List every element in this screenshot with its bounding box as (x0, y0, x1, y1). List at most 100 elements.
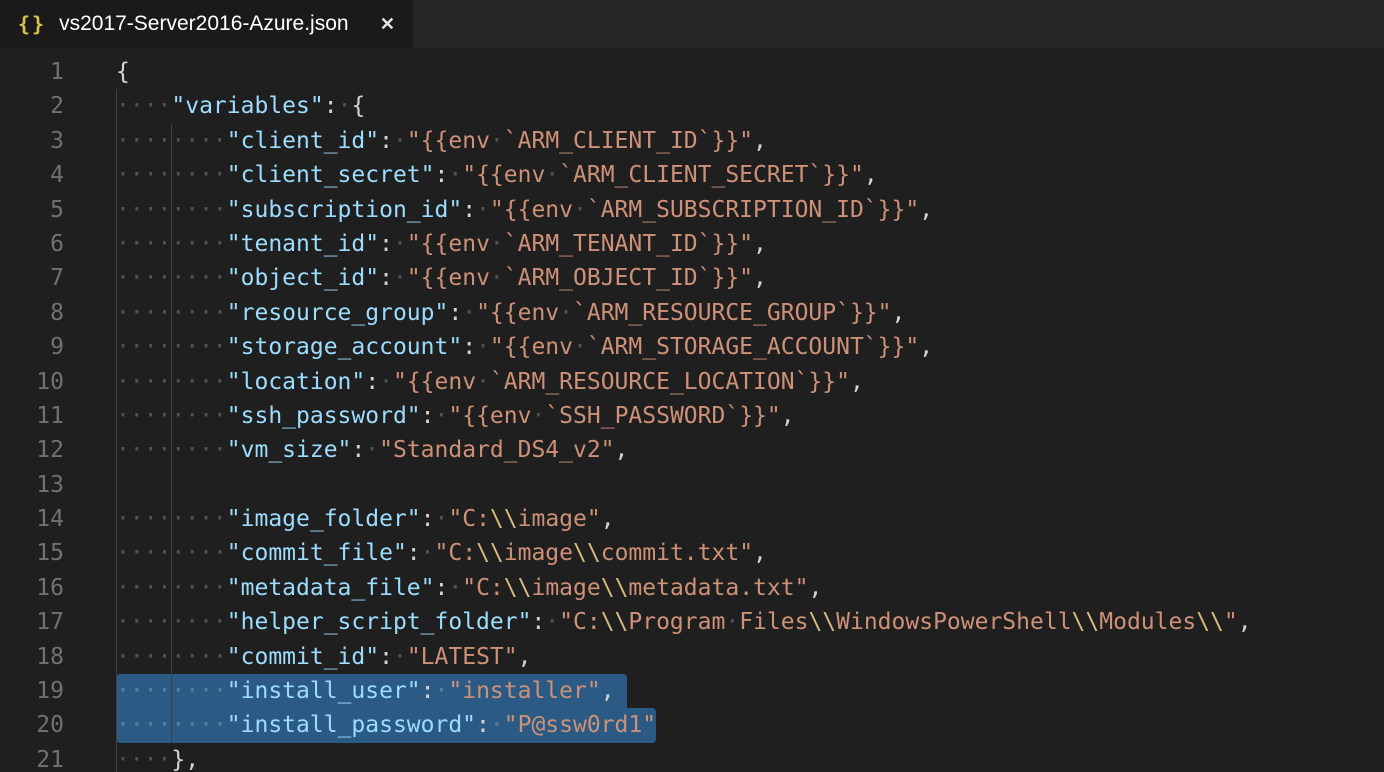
token: Modules (1099, 609, 1196, 635)
token: `ARM_TENANT_ID`}}" (504, 231, 753, 257)
code-line[interactable]: 5········"subscription_id":·"{{env·`ARM_… (0, 193, 1384, 227)
token: `ARM_CLIENT_SECRET`}}" (559, 162, 864, 188)
line-content: ········"install_user":·"installer", (116, 674, 1384, 708)
token: : (324, 93, 338, 119)
line-number: 8 (0, 296, 64, 330)
line-content: ········"client_id":·"{{env·`ARM_CLIENT_… (116, 124, 1384, 158)
code-line[interactable]: 11········"ssh_password":·"{{env·`SSH_PA… (0, 399, 1384, 433)
line-number: 10 (0, 365, 64, 399)
code-line[interactable]: 2····"variables":·{ (0, 89, 1384, 123)
whitespace-dots: ········ (116, 437, 227, 463)
code-line[interactable]: 7········"object_id":·"{{env·`ARM_OBJECT… (0, 261, 1384, 295)
code-line[interactable]: 3········"client_id":·"{{env·`ARM_CLIENT… (0, 124, 1384, 158)
line-content: ········"metadata_file":·"C:\\image\\met… (116, 571, 1384, 605)
line-content: ····}, (116, 743, 1384, 772)
token: : (435, 575, 449, 601)
whitespace-dots: · (435, 506, 449, 532)
line-content: ········"tenant_id":·"{{env·`ARM_TENANT_… (116, 227, 1384, 261)
token: `ARM_RESOURCE_GROUP`}}" (573, 300, 892, 326)
whitespace-dots: · (573, 197, 587, 223)
token-run: ········"subscription_id":·"{{env·`ARM_S… (116, 197, 933, 223)
tab-close-button[interactable]: ✕ (378, 13, 397, 35)
token: "install_user" (227, 678, 421, 704)
token: : (421, 678, 435, 704)
whitespace-dots: · (448, 575, 462, 601)
line-number: 2 (0, 89, 64, 123)
token: "helper_script_folder" (227, 609, 532, 635)
token: "LATEST" (407, 644, 518, 670)
token: : (531, 609, 545, 635)
code-line[interactable]: 16········"metadata_file":·"C:\\image\\m… (0, 571, 1384, 605)
whitespace-dots: · (725, 609, 739, 635)
code-line[interactable]: 1{ (0, 55, 1384, 89)
token: "P@ssw0rd1" (504, 712, 656, 738)
code-line[interactable]: 15········"commit_file":·"C:\\image\\com… (0, 536, 1384, 570)
whitespace-dots: · (393, 265, 407, 291)
token: : (365, 369, 379, 395)
whitespace-dots: · (545, 162, 559, 188)
token: "commit_file" (227, 540, 407, 566)
whitespace-dots: · (421, 540, 435, 566)
token: "variables" (171, 93, 323, 119)
code-line[interactable]: 21····}, (0, 743, 1384, 772)
whitespace-dots: ···· (116, 747, 171, 772)
code-line[interactable]: 14········"image_folder":·"C:\\image", (0, 502, 1384, 536)
token: : (379, 644, 393, 670)
token: metadata.txt" (628, 575, 808, 601)
token: `ARM_OBJECT_ID`}}" (504, 265, 753, 291)
indent-guide (116, 468, 117, 502)
code-line[interactable]: 10 ········"location":·"{{env·`ARM_RESOUR… (0, 365, 1384, 399)
token: "{{env (407, 265, 490, 291)
token: : (421, 506, 435, 532)
code-line[interactable]: 4········"client_secret":·"{{env·`ARM_CL… (0, 158, 1384, 192)
line-number: 16 (0, 571, 64, 605)
code-line[interactable]: 17········"helper_script_folder":·"C:\\P… (0, 605, 1384, 639)
whitespace-dots: · (490, 712, 504, 738)
whitespace-dots: · (393, 644, 407, 670)
token-run: ········"client_secret":·"{{env·`ARM_CLI… (116, 162, 878, 188)
code-line[interactable]: 12········"vm_size":·"Standard_DS4_v2", (0, 433, 1384, 467)
code-line[interactable]: 9········"storage_account":·"{{env·`ARM_… (0, 330, 1384, 364)
whitespace-dots: · (573, 334, 587, 360)
code-line[interactable]: 20········"install_password":·"P@ssw0rd1… (0, 708, 1384, 742)
token: "Standard_DS4_v2" (379, 437, 614, 463)
whitespace-dots: ········ (116, 369, 227, 395)
token: "vm_size" (227, 437, 352, 463)
token: }, (171, 747, 199, 772)
token: WindowsPowerShell (836, 609, 1071, 635)
token: : (379, 231, 393, 257)
code-line[interactable]: 6········"tenant_id":·"{{env·`ARM_TENANT… (0, 227, 1384, 261)
token: "{{env (490, 197, 573, 223)
code-line[interactable]: 8 ········"resource_group":·"{{env·`ARM_R… (0, 296, 1384, 330)
token: "install_password" (227, 712, 476, 738)
line-content: ········"image_folder":·"C:\\image", (116, 502, 1384, 536)
token: commit.txt" (601, 540, 753, 566)
token: , (850, 369, 864, 395)
token-run: ········"helper_script_folder":·"C:\\Pro… (116, 609, 1252, 635)
token: , (753, 128, 767, 154)
line-number: 13 (0, 468, 64, 502)
token-run: ········"resource_group":·"{{env·`ARM_RE… (116, 300, 905, 326)
tab-vs2017-server2016-azure[interactable]: {} vs2017-Server2016-Azure.json ✕ (0, 0, 413, 48)
token: "C: (435, 540, 477, 566)
code-editor[interactable]: 1{2····"variables":·{3········"client_id… (0, 48, 1384, 772)
code-line[interactable]: 19········"install_user":·"installer", (0, 674, 1384, 708)
token: , (1238, 609, 1252, 635)
token-run: { (116, 59, 130, 85)
token: : (421, 403, 435, 429)
whitespace-dots: · (531, 403, 545, 429)
token: \\ (504, 575, 532, 601)
code-line[interactable]: 18········"commit_id":·"LATEST", (0, 640, 1384, 674)
token-run: ········"install_password":·"P@ssw0rd1" (116, 712, 656, 738)
token: "storage_account" (227, 334, 462, 360)
token: : (448, 300, 462, 326)
line-number: 17 (0, 605, 64, 639)
whitespace-dots: · (476, 197, 490, 223)
token: , (601, 678, 615, 704)
line-content: ········"location":·"{{env·`ARM_RESOURCE… (116, 365, 1384, 399)
code-line[interactable]: 13 (0, 468, 1384, 502)
token: : (379, 128, 393, 154)
token: , (892, 300, 906, 326)
whitespace-dots: ········ (116, 540, 227, 566)
line-content: ········"resource_group":·"{{env·`ARM_RE… (116, 296, 1384, 330)
